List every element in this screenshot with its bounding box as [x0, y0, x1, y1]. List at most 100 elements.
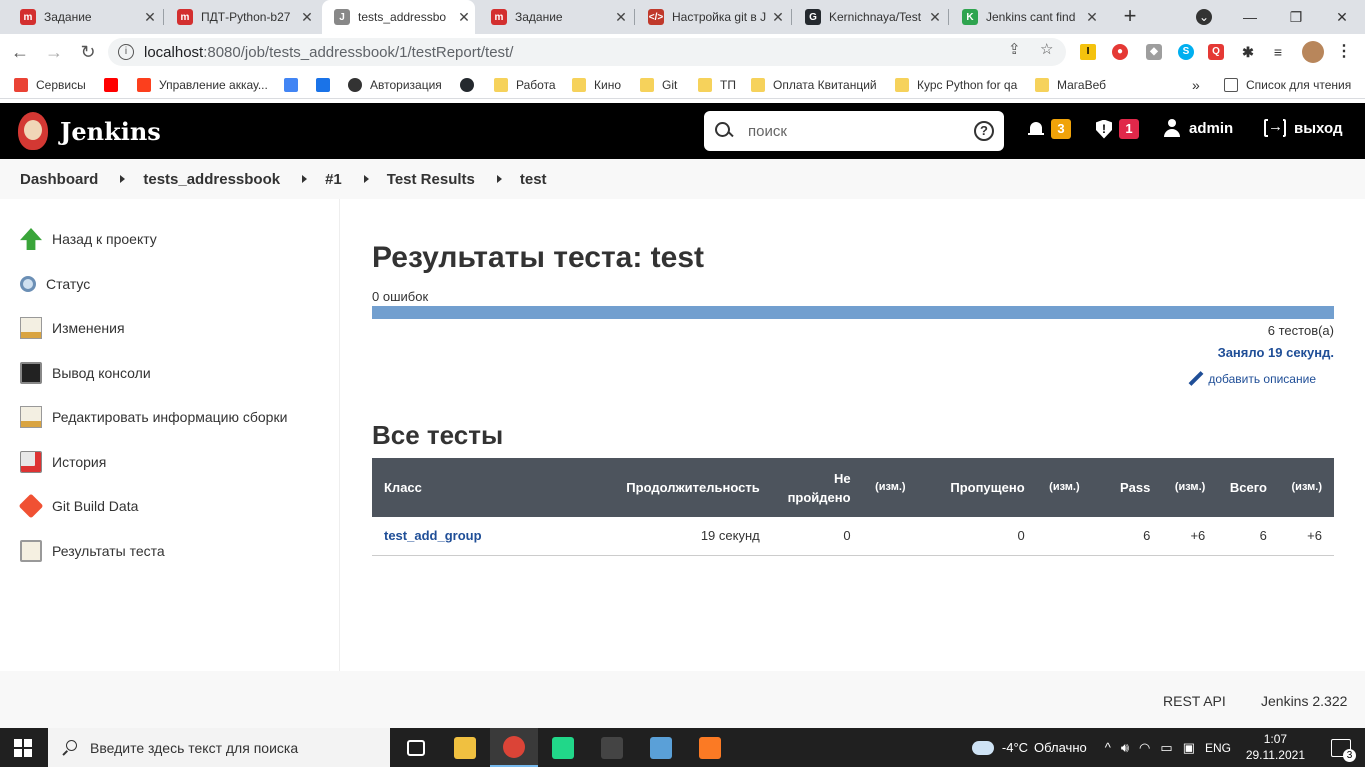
help-icon[interactable]: ? — [974, 121, 994, 141]
add-description-link[interactable]: добавить описание — [1187, 371, 1316, 387]
tab-close-icon[interactable]: ✕ — [924, 9, 946, 26]
notifications-button[interactable]: 3 — [1028, 119, 1071, 139]
column-header-4[interactable]: (изм.) — [863, 458, 918, 517]
column-header-2[interactable]: Продолжительность — [574, 458, 772, 517]
bookmark-1[interactable]: Сервисы — [14, 76, 86, 94]
adblock-icon[interactable]: ● — [1112, 44, 1128, 60]
media-control-icon[interactable]: ≡ — [1270, 44, 1286, 60]
tab-6[interactable]: G Kernichnaya/Test ✕ — [793, 0, 946, 34]
search-input[interactable] — [748, 122, 958, 140]
tab-7[interactable]: K Jenkins cant find ✕ — [950, 0, 1103, 34]
side-task-7[interactable]: Git Build Data — [18, 493, 138, 519]
clock[interactable]: 1:07 29.11.2021 — [1246, 731, 1305, 763]
extension-i-icon[interactable]: I — [1080, 44, 1096, 60]
bookmark-4[interactable] — [284, 76, 306, 94]
close-window-icon[interactable]: ✕ — [1319, 0, 1365, 34]
site-info-icon[interactable]: i — [118, 44, 134, 60]
tab-search-icon[interactable]: ⌄ — [1196, 9, 1212, 25]
extension-q-icon[interactable]: Q — [1208, 44, 1224, 60]
column-header-8[interactable]: (изм.) — [1162, 458, 1217, 517]
breadcrumb-item-5[interactable]: test — [520, 171, 547, 188]
taskbar-app-4[interactable] — [539, 728, 587, 767]
bookmarks-overflow-icon[interactable]: » — [1192, 76, 1200, 94]
reload-icon[interactable]: ↻ — [76, 40, 100, 64]
user-link[interactable]: admin — [1163, 119, 1233, 137]
bookmark-11[interactable]: ТП — [698, 76, 736, 94]
breadcrumb-chevron-icon[interactable] — [496, 175, 502, 183]
bookmark-10[interactable]: Git — [640, 76, 677, 94]
jenkins-logo-link[interactable]: Jenkins — [18, 112, 161, 150]
taskbar-app-7[interactable] — [686, 728, 734, 767]
breadcrumb-item-1[interactable]: Dashboard — [20, 171, 98, 188]
tab-close-icon[interactable]: ✕ — [453, 9, 475, 26]
column-header-3[interactable]: Не пройдено — [772, 458, 863, 517]
duration-link[interactable]: Заняло 19 секунд. — [1218, 345, 1334, 360]
language-indicator[interactable]: ENG — [1205, 741, 1231, 755]
test-class-link[interactable]: test_add_group — [384, 528, 482, 543]
column-header-1[interactable]: Класс — [372, 458, 574, 517]
tray-expand-icon[interactable]: ^ — [1105, 740, 1111, 755]
side-task-3[interactable]: Изменения — [20, 316, 125, 340]
url-text[interactable]: localhost:8080/job/tests_addressbook/1/t… — [144, 44, 513, 61]
weather-temp[interactable]: -4°C — [1002, 740, 1028, 755]
breadcrumb-item-4[interactable]: Test Results — [387, 171, 475, 188]
bookmark-9[interactable]: Кино — [572, 76, 621, 94]
logout-link[interactable]: выход — [1264, 117, 1343, 137]
bookmark-14[interactable]: МагаВеб — [1035, 76, 1106, 94]
tray-app-icon[interactable]: ▣ — [1183, 740, 1195, 756]
action-center-icon[interactable]: 3 — [1331, 738, 1356, 762]
breadcrumb-chevron-icon[interactable] — [302, 175, 308, 183]
tab-2[interactable]: m ПДТ-Python-b27 ✕ — [165, 0, 318, 34]
weather-text[interactable]: Облачно — [1034, 740, 1087, 755]
column-header-10[interactable]: (изм.) — [1279, 458, 1334, 517]
breadcrumb-chevron-icon[interactable] — [120, 175, 126, 183]
column-header-5[interactable]: Пропущено — [918, 458, 1037, 517]
column-header-7[interactable]: Pass — [1092, 458, 1163, 517]
windows-start-icon[interactable] — [14, 739, 32, 757]
bookmark-5[interactable] — [316, 76, 338, 94]
profile-avatar[interactable] — [1302, 41, 1324, 63]
tab-1[interactable]: m Задание ✕ — [8, 0, 161, 34]
tab-4[interactable]: m Задание ✕ — [479, 0, 632, 34]
bookmark-12[interactable]: Оплата Квитанций — [751, 76, 877, 94]
side-task-1[interactable]: Назад к проекту — [20, 227, 157, 251]
tab-close-icon[interactable]: ✕ — [296, 9, 318, 26]
tab-3[interactable]: Jtests_addressbo ✕ — [322, 0, 475, 34]
side-task-6[interactable]: История — [20, 450, 106, 474]
column-header-9[interactable]: Всего — [1217, 458, 1279, 517]
bookmark-7[interactable] — [460, 76, 482, 94]
reading-list-button[interactable]: Список для чтения — [1224, 76, 1351, 94]
minimize-icon[interactable]: — — [1227, 0, 1273, 34]
forward-icon[interactable]: → — [42, 40, 66, 64]
bookmark-3[interactable]: Управление аккау... — [137, 76, 268, 94]
side-task-5[interactable]: Редактировать информацию сборки — [20, 405, 287, 429]
shield-extension-icon[interactable]: ◆ — [1146, 44, 1162, 60]
omnibox[interactable]: i localhost:8080/job/tests_addressbook/1… — [108, 38, 1066, 66]
extensions-puzzle-icon[interactable]: ✱ — [1240, 44, 1256, 60]
skype-icon[interactable]: S — [1178, 44, 1194, 60]
breadcrumb-chevron-icon[interactable] — [363, 175, 369, 183]
bookmark-13[interactable]: Курс Python for qa — [895, 76, 1017, 94]
taskbar-app-1[interactable] — [392, 728, 440, 767]
battery-icon[interactable]: ▭ — [1160, 740, 1172, 756]
tab-close-icon[interactable]: ✕ — [610, 9, 632, 26]
breadcrumb-item-3[interactable]: #1 — [325, 171, 342, 188]
taskbar-search-input[interactable] — [90, 739, 370, 756]
side-task-4[interactable]: Вывод консоли — [20, 361, 151, 385]
jenkins-version-link[interactable]: Jenkins 2.322 — [1261, 693, 1347, 709]
security-button[interactable]: ! 1 — [1096, 119, 1139, 139]
taskbar-app-2[interactable] — [441, 728, 489, 767]
restore-icon[interactable]: ❐ — [1273, 0, 1319, 34]
browser-menu-icon[interactable]: ⋮ — [1336, 44, 1352, 60]
bookmark-2[interactable] — [104, 76, 126, 94]
taskbar-app-5[interactable] — [588, 728, 636, 767]
volume-icon[interactable]: 🔊︎ — [1121, 740, 1129, 756]
tab-close-icon[interactable]: ✕ — [1081, 9, 1103, 26]
breadcrumb-item-2[interactable]: tests_addressbook — [143, 171, 280, 188]
column-header-6[interactable]: (изм.) — [1037, 458, 1092, 517]
side-task-8[interactable]: Результаты теста — [20, 539, 165, 563]
back-icon[interactable]: ← — [8, 40, 32, 64]
share-icon[interactable]: ⇪ — [1008, 40, 1021, 58]
bookmark-8[interactable]: Работа — [494, 76, 556, 94]
taskbar-app-6[interactable] — [637, 728, 685, 767]
